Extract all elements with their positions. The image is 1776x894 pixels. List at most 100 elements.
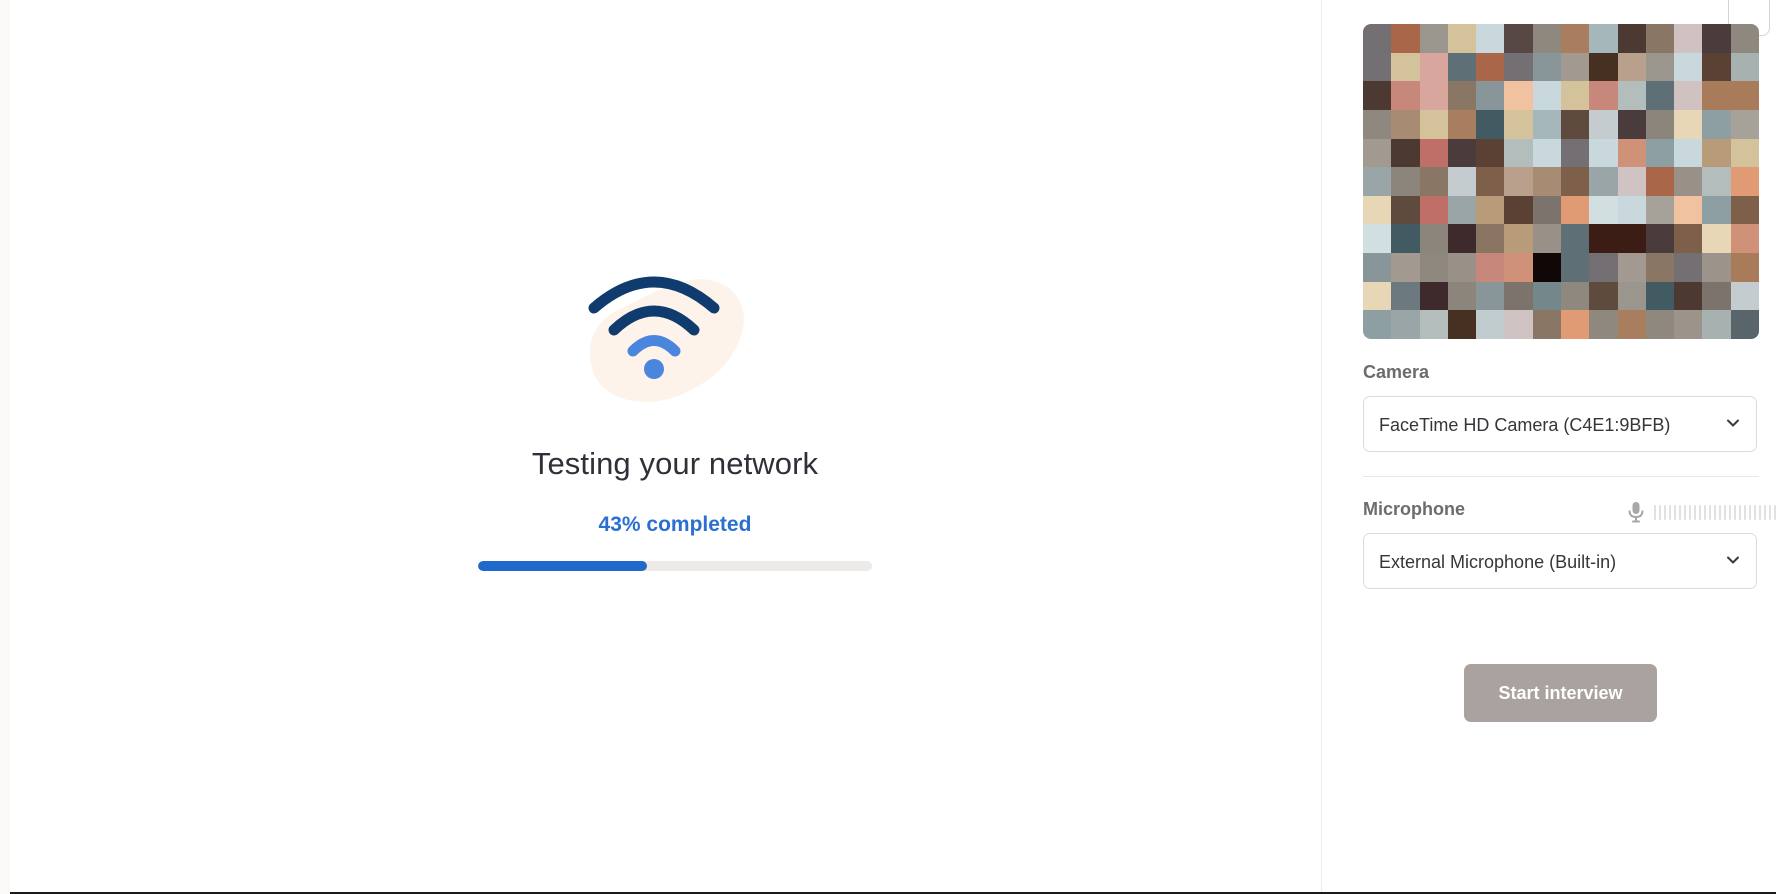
preview-pixel bbox=[1674, 224, 1703, 254]
preview-pixel bbox=[1730, 281, 1759, 311]
preview-pixel bbox=[1702, 195, 1731, 225]
preview-pixel bbox=[1730, 195, 1759, 225]
preview-pixel bbox=[1419, 138, 1448, 168]
preview-pixel bbox=[1617, 52, 1646, 82]
preview-pixel bbox=[1363, 52, 1392, 82]
preview-pixel bbox=[1645, 52, 1675, 82]
preview-pixel bbox=[1419, 253, 1448, 282]
preview-pixel bbox=[1702, 109, 1731, 139]
preview-pixel bbox=[1561, 281, 1590, 311]
preview-pixel bbox=[1702, 138, 1731, 168]
microphone-select[interactable]: External Microphone (Built-in) bbox=[1363, 533, 1757, 589]
start-interview-button[interactable]: Start interview bbox=[1464, 664, 1657, 722]
preview-pixel bbox=[1561, 224, 1590, 254]
meter-bar bbox=[1764, 505, 1766, 520]
preview-pixel bbox=[1617, 167, 1646, 196]
preview-pixel bbox=[1561, 52, 1590, 82]
preview-pixel bbox=[1674, 195, 1703, 225]
meter-bar bbox=[1699, 505, 1701, 520]
preview-pixel bbox=[1561, 109, 1590, 139]
preview-pixel bbox=[1561, 81, 1590, 110]
camera-label: Camera bbox=[1363, 362, 1430, 382]
preview-pixel bbox=[1730, 310, 1759, 339]
preview-pixel bbox=[1504, 24, 1533, 53]
preview-pixel bbox=[1617, 310, 1646, 339]
preview-pixel bbox=[1363, 253, 1392, 282]
preview-pixel bbox=[1702, 224, 1731, 254]
interview-setup-card: Testing your network 43% completed Camer… bbox=[10, 0, 1776, 894]
preview-pixel bbox=[1561, 138, 1590, 168]
preview-pixel bbox=[1447, 224, 1477, 254]
preview-pixel bbox=[1363, 310, 1392, 339]
preview-pixel bbox=[1532, 52, 1561, 82]
preview-pixel bbox=[1363, 281, 1392, 311]
preview-pixel bbox=[1730, 224, 1759, 254]
preview-pixel bbox=[1419, 310, 1448, 339]
preview-pixel bbox=[1645, 81, 1675, 110]
preview-pixel bbox=[1532, 109, 1561, 139]
preview-pixel bbox=[1447, 195, 1477, 225]
preview-pixel bbox=[1504, 195, 1533, 225]
meter-bar bbox=[1709, 505, 1711, 520]
preview-pixel bbox=[1363, 195, 1392, 225]
preview-pixel bbox=[1730, 81, 1759, 110]
preview-pixel bbox=[1504, 138, 1533, 168]
preview-pixel bbox=[1504, 253, 1533, 282]
network-test-panel: Testing your network 43% completed bbox=[10, 0, 1321, 892]
preview-pixel bbox=[1617, 281, 1646, 311]
preview-pixel bbox=[1617, 81, 1646, 110]
preview-pixel bbox=[1447, 281, 1477, 311]
meter-bar bbox=[1719, 505, 1721, 520]
preview-pixel bbox=[1702, 253, 1731, 282]
preview-pixel bbox=[1419, 224, 1448, 254]
preview-pixel bbox=[1391, 224, 1420, 254]
preview-pixel bbox=[1645, 109, 1675, 139]
meter-bar bbox=[1714, 505, 1716, 520]
meter-bar bbox=[1654, 505, 1656, 520]
meter-bar bbox=[1669, 505, 1671, 520]
device-settings-panel: Camera FaceTime HD Camera (C4E1:9BFB) Mi… bbox=[1322, 0, 1776, 892]
preview-pixel bbox=[1617, 195, 1646, 225]
preview-pixel bbox=[1589, 24, 1618, 53]
preview-pixel bbox=[1419, 195, 1448, 225]
chevron-down-icon bbox=[1727, 556, 1739, 564]
preview-pixel bbox=[1363, 167, 1392, 196]
preview-pixel bbox=[1617, 109, 1646, 139]
preview-pixel bbox=[1476, 195, 1505, 225]
preview-pixel bbox=[1476, 81, 1505, 110]
preview-pixel bbox=[1504, 81, 1533, 110]
preview-pixel bbox=[1561, 195, 1590, 225]
preview-pixel bbox=[1391, 281, 1420, 311]
preview-pixel bbox=[1730, 24, 1759, 53]
camera-preview bbox=[1363, 24, 1759, 339]
preview-pixel bbox=[1504, 52, 1533, 82]
meter-bar bbox=[1744, 505, 1746, 520]
camera-select[interactable]: FaceTime HD Camera (C4E1:9BFB) bbox=[1363, 396, 1757, 452]
meter-bar bbox=[1734, 505, 1736, 520]
preview-pixel bbox=[1532, 81, 1561, 110]
meter-bar bbox=[1754, 505, 1756, 520]
preview-pixel bbox=[1617, 24, 1646, 53]
preview-pixel bbox=[1645, 138, 1675, 168]
preview-pixel bbox=[1532, 167, 1561, 196]
preview-pixel bbox=[1504, 109, 1533, 139]
preview-pixel bbox=[1674, 281, 1703, 311]
preview-pixel bbox=[1476, 224, 1505, 254]
preview-pixel bbox=[1447, 253, 1477, 282]
preview-pixel bbox=[1391, 253, 1420, 282]
preview-pixel bbox=[1532, 224, 1561, 254]
meter-bar bbox=[1724, 505, 1726, 520]
preview-pixel bbox=[1561, 167, 1590, 196]
preview-pixel bbox=[1476, 138, 1505, 168]
preview-pixel bbox=[1447, 167, 1477, 196]
meter-bar bbox=[1739, 505, 1741, 520]
meter-bar bbox=[1664, 505, 1666, 520]
preview-pixel bbox=[1702, 52, 1731, 82]
meter-bar bbox=[1729, 505, 1731, 520]
preview-pixel bbox=[1447, 109, 1477, 139]
preview-pixel bbox=[1419, 109, 1448, 139]
preview-pixel bbox=[1730, 109, 1759, 139]
preview-pixel bbox=[1447, 81, 1477, 110]
preview-pixel bbox=[1363, 138, 1392, 168]
preview-pixel bbox=[1674, 109, 1703, 139]
